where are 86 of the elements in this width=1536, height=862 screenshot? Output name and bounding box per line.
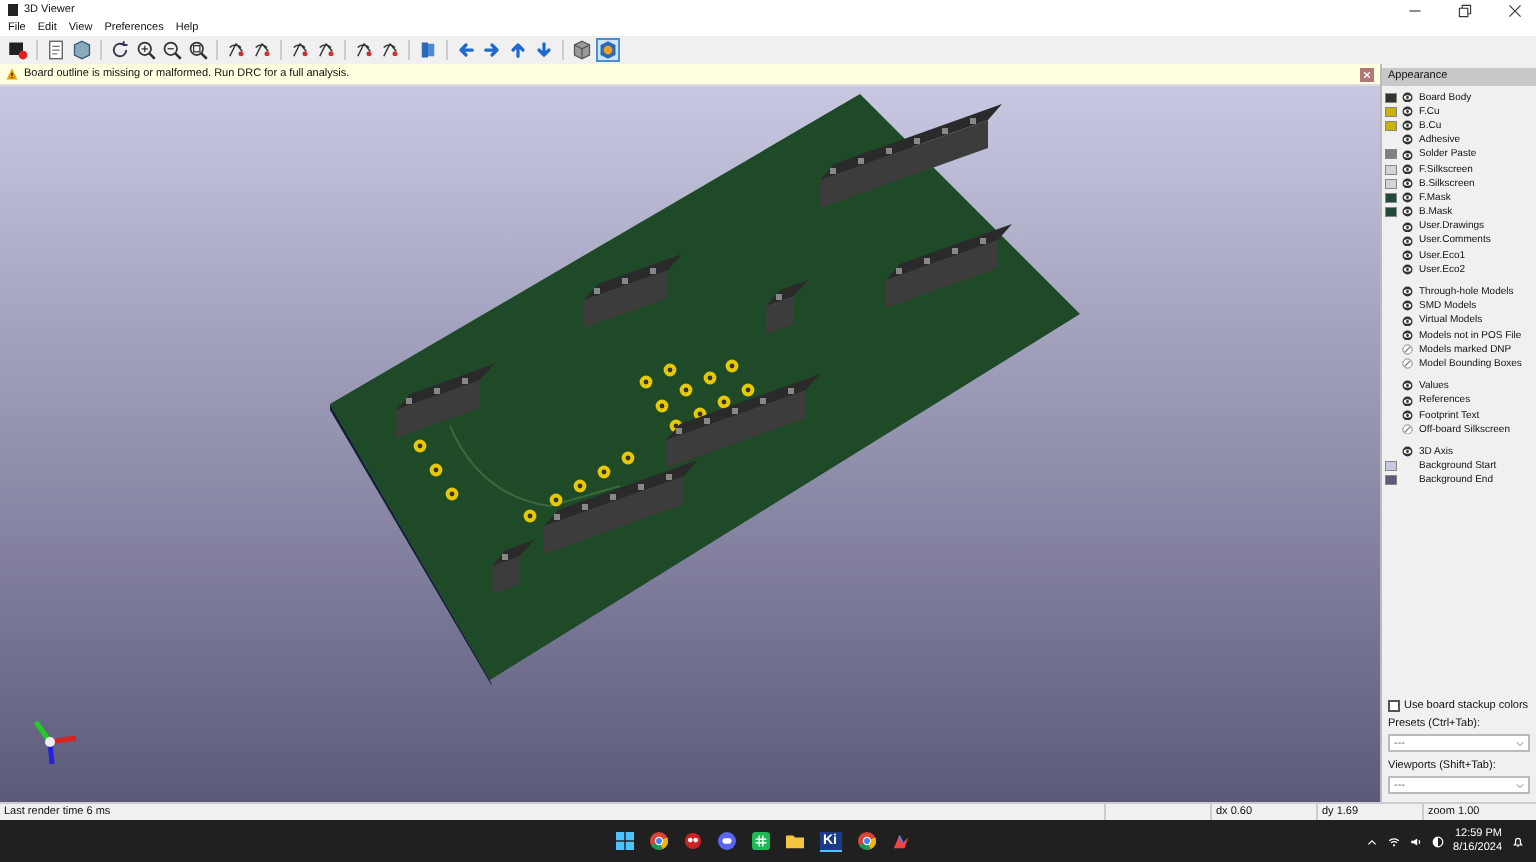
- arrow-right-icon: [482, 40, 502, 60]
- eye-icon[interactable]: [1402, 149, 1413, 161]
- eye-icon[interactable]: [1402, 329, 1413, 341]
- sphere-cube-icon: [598, 40, 618, 60]
- warning-icon: [6, 68, 18, 80]
- toolbar-button[interactable]: [288, 38, 312, 62]
- app-icon: [8, 4, 18, 16]
- render-icon: [8, 40, 28, 60]
- box-icon: [572, 40, 592, 60]
- color-swatch[interactable]: [1386, 462, 1396, 471]
- cube-icon: [72, 40, 92, 60]
- color-swatch[interactable]: [1386, 150, 1396, 159]
- flip-icon: [418, 40, 438, 60]
- color-swatch[interactable]: [1386, 208, 1396, 217]
- browser-icon[interactable]: [857, 832, 875, 850]
- color-swatch[interactable]: [1386, 179, 1396, 188]
- refresh-icon: [110, 40, 130, 60]
- hash-icon[interactable]: [751, 832, 769, 850]
- toolbar-button[interactable]: [352, 38, 376, 62]
- chat-icon[interactable]: [717, 832, 735, 850]
- checkbox[interactable]: [1388, 700, 1400, 712]
- color-swatch[interactable]: [1386, 476, 1396, 485]
- eye-icon[interactable]: [1402, 446, 1413, 458]
- eye-icon[interactable]: [1402, 249, 1413, 261]
- rotate-icon: [252, 40, 272, 60]
- eye-icon[interactable]: [1402, 315, 1413, 327]
- toolbar-button[interactable]: [108, 38, 132, 62]
- bell-icon[interactable]: [1512, 835, 1524, 847]
- browser-icon[interactable]: [649, 832, 667, 850]
- zoom-in-icon: [136, 40, 156, 60]
- color-swatch[interactable]: [1386, 107, 1396, 116]
- toolbar-button[interactable]: [70, 38, 94, 62]
- speaker-icon[interactable]: [1409, 835, 1422, 847]
- eye-icon[interactable]: [1402, 91, 1413, 103]
- rotate-icon: [354, 40, 374, 60]
- eye-icon[interactable]: [1402, 380, 1413, 392]
- rotate-icon: [380, 40, 400, 60]
- start-icon[interactable]: [615, 832, 633, 850]
- eye-icon[interactable]: [1402, 120, 1413, 132]
- toolbar-button[interactable]: [570, 38, 594, 62]
- toolbar-button[interactable]: [134, 38, 158, 62]
- hidden-eye-icon[interactable]: [1402, 423, 1413, 435]
- wifi-icon[interactable]: [1387, 835, 1400, 847]
- eye-icon[interactable]: [1402, 221, 1413, 233]
- chevron-up-icon[interactable]: [1365, 835, 1378, 847]
- eye-icon[interactable]: [1402, 134, 1413, 146]
- eye-icon[interactable]: [1402, 177, 1413, 189]
- color-swatch[interactable]: [1386, 165, 1396, 174]
- color-swatch[interactable]: [1386, 121, 1396, 130]
- restore-icon[interactable]: [1458, 3, 1472, 17]
- eye-icon[interactable]: [1402, 106, 1413, 118]
- eye-icon[interactable]: [1402, 163, 1413, 175]
- eye-icon[interactable]: [1402, 286, 1413, 298]
- arrow-down-icon: [534, 40, 554, 60]
- folder-icon[interactable]: [785, 832, 803, 850]
- axis-drawing: [33, 720, 77, 765]
- rotate-icon: [316, 40, 336, 60]
- arrow-up-icon: [508, 40, 528, 60]
- document-icon: [46, 40, 66, 60]
- toolbar-button[interactable]: [378, 38, 402, 62]
- game-icon[interactable]: [683, 832, 701, 850]
- rotate-icon: [226, 40, 246, 60]
- eye-icon[interactable]: [1402, 192, 1413, 204]
- toolbar-button[interactable]: [250, 38, 274, 62]
- toolbar-button[interactable]: [314, 38, 338, 62]
- rotate-icon: [290, 40, 310, 60]
- caret-icon: [1516, 781, 1524, 789]
- toolbar-button[interactable]: [224, 38, 248, 62]
- eye-icon[interactable]: [1402, 264, 1413, 276]
- color-swatch[interactable]: [1386, 193, 1396, 202]
- color-swatch[interactable]: [1386, 93, 1396, 102]
- eye-icon[interactable]: [1402, 409, 1413, 421]
- hidden-eye-icon[interactable]: [1402, 358, 1413, 370]
- toolbar-button[interactable]: [186, 38, 210, 62]
- eye-icon[interactable]: [1402, 235, 1413, 247]
- eye-icon[interactable]: [1402, 395, 1413, 407]
- eye-icon[interactable]: [1402, 300, 1413, 312]
- zoom-fit-icon: [188, 40, 208, 60]
- toolbar-button[interactable]: [160, 38, 184, 62]
- caret-icon: [1516, 739, 1524, 747]
- arrow-left-icon: [456, 40, 476, 60]
- close-icon[interactable]: [1508, 3, 1522, 17]
- hidden-eye-icon[interactable]: [1402, 344, 1413, 356]
- zoom-out-icon: [162, 40, 182, 60]
- toolbar-button[interactable]: [6, 38, 30, 62]
- eye-icon[interactable]: [1402, 206, 1413, 218]
